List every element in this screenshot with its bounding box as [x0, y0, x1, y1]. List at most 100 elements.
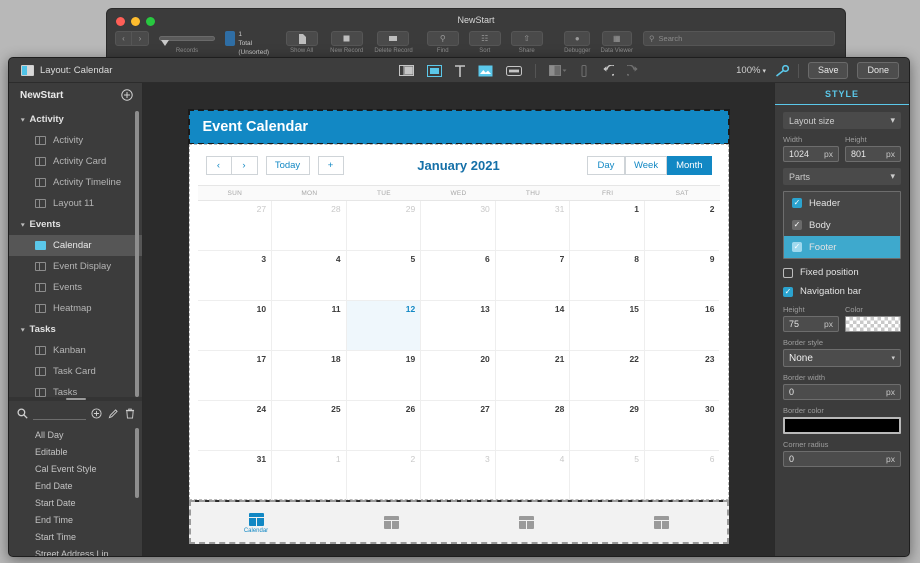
- checkbox-checked-icon[interactable]: ✓: [792, 198, 802, 208]
- field-item[interactable]: End Time: [9, 512, 142, 529]
- calendar-day-cell[interactable]: 14: [495, 301, 571, 351]
- field-item[interactable]: End Date: [9, 478, 142, 495]
- sidebar-item-calendar[interactable]: Calendar: [9, 235, 142, 256]
- calendar-day-cell[interactable]: 27: [197, 201, 273, 251]
- checkbox-unchecked-icon[interactable]: [783, 267, 793, 278]
- layout-part-footer[interactable]: Calendar: [188, 500, 729, 544]
- calendar-day-cell[interactable]: 11: [272, 301, 347, 351]
- calendar-day-cell[interactable]: 6: [645, 451, 720, 501]
- insert-field-icon[interactable]: [427, 64, 442, 77]
- tabbar-item-3[interactable]: [459, 515, 594, 531]
- calendar-day-cell[interactable]: 29: [570, 401, 645, 451]
- prev-month-button[interactable]: ‹: [205, 155, 232, 175]
- calendar-day-cell[interactable]: 4: [272, 251, 347, 301]
- parts-item-header[interactable]: ✓ Header: [784, 192, 900, 214]
- record-nav-arrows[interactable]: ‹ ›: [115, 31, 149, 46]
- sidebar-item-heatmap[interactable]: Heatmap: [9, 298, 142, 319]
- image-tool-icon[interactable]: [478, 65, 493, 77]
- calendar-day-cell[interactable]: 3: [197, 251, 273, 301]
- calendar-day-cell[interactable]: 6: [421, 251, 496, 301]
- sidebar-item-events[interactable]: Events: [9, 277, 142, 298]
- corner-radius-input[interactable]: 0 px: [783, 451, 901, 467]
- width-input[interactable]: 1024 px: [783, 146, 839, 162]
- calendar-day-cell[interactable]: 16: [644, 301, 720, 351]
- calendar-day-cell[interactable]: 15: [570, 301, 645, 351]
- tabbar-item-calendar[interactable]: Calendar: [189, 512, 324, 534]
- sort-icon[interactable]: ☷: [468, 31, 501, 46]
- record-slider-thumb[interactable]: [161, 40, 169, 46]
- calendar-day-cell[interactable]: 29: [346, 201, 422, 251]
- calendar-view-switch[interactable]: Day Week Month: [586, 155, 712, 175]
- inspector-content[interactable]: Layout size ▾ Width 1024 px Height 801 p…: [775, 105, 909, 556]
- section-layout-size[interactable]: Layout size ▾: [783, 112, 901, 129]
- layouts-scrollbar[interactable]: [135, 111, 139, 397]
- undo-icon[interactable]: [601, 64, 614, 77]
- delete-field-icon[interactable]: [125, 408, 135, 419]
- new-record-icon[interactable]: [330, 31, 363, 46]
- add-event-button[interactable]: +: [317, 155, 344, 175]
- tab-style[interactable]: STYLE: [825, 89, 859, 99]
- zoom-control[interactable]: 100% ▾: [736, 65, 766, 76]
- fixed-position-row[interactable]: Fixed position: [783, 267, 901, 278]
- search-group[interactable]: ⚲ Search: [643, 31, 836, 46]
- calendar-day-cell[interactable]: 28: [272, 201, 347, 251]
- sidebar-resize-handle[interactable]: [9, 397, 142, 401]
- layouts-list[interactable]: ▾ Activity Activity Activity Card Activi…: [9, 107, 142, 397]
- debugger-group[interactable]: ● Debugger: [564, 31, 590, 54]
- fields-scrollbar[interactable]: [135, 428, 139, 498]
- layout-indicator[interactable]: Layout: Calendar: [9, 64, 112, 76]
- calendar-day-cell[interactable]: 8: [570, 251, 645, 301]
- sidebar-item-event-display[interactable]: Event Display: [9, 256, 142, 277]
- calendar-day-cell[interactable]: 26: [346, 401, 422, 451]
- calendar-day-cell[interactable]: 1: [570, 201, 645, 251]
- add-field-icon[interactable]: [91, 407, 102, 419]
- calendar-day-cell[interactable]: 13: [421, 301, 496, 351]
- calendar-day-cell[interactable]: 2: [644, 201, 720, 251]
- navbar-color-swatch[interactable]: [845, 316, 901, 332]
- search-icon[interactable]: ⚲: [426, 31, 459, 46]
- text-tool-icon[interactable]: [455, 64, 465, 77]
- calendar-nav-buttons[interactable]: ‹ ›: [205, 155, 258, 175]
- navigation-bar-row[interactable]: ✓ Navigation bar: [783, 286, 901, 297]
- border-width-input[interactable]: 0 px: [783, 384, 901, 400]
- sidebar-item-activity-timeline[interactable]: Activity Timeline: [9, 172, 142, 193]
- calendar-day-cell[interactable]: 10: [197, 301, 273, 351]
- height-input[interactable]: 801 px: [845, 146, 901, 162]
- global-search-input[interactable]: ⚲ Search: [643, 31, 836, 46]
- button-tool-icon[interactable]: [506, 65, 522, 76]
- calendar-day-cell[interactable]: 20: [421, 351, 496, 401]
- calendar-day-cell[interactable]: 24: [197, 401, 273, 451]
- data-viewer-icon[interactable]: ▦: [601, 31, 632, 46]
- sidebar-item-activity[interactable]: Activity: [9, 130, 142, 151]
- today-button[interactable]: Today: [265, 155, 310, 175]
- next-record-icon[interactable]: ›: [132, 31, 149, 46]
- calendar-day-cell[interactable]: 25: [272, 401, 347, 451]
- inspector-tabs[interactable]: STYLE: [775, 83, 909, 105]
- next-month-button[interactable]: ›: [231, 155, 258, 175]
- redo-icon[interactable]: [627, 64, 640, 77]
- debugger-icon[interactable]: ●: [564, 31, 591, 46]
- calendar-day-cell[interactable]: 5: [346, 251, 422, 301]
- show-all-group[interactable]: Show All: [285, 31, 318, 54]
- navbar-height-input[interactable]: 75 px: [783, 316, 839, 332]
- calendar-day-cell[interactable]: 7: [495, 251, 571, 301]
- find-group[interactable]: ⚲ Find: [426, 31, 459, 54]
- calendar-day-cell[interactable]: 9: [644, 251, 720, 301]
- sidebar-item-kanban[interactable]: Kanban: [9, 340, 142, 361]
- fill-color-icon[interactable]: [549, 65, 567, 76]
- share-icon[interactable]: ⇧: [510, 31, 543, 46]
- sidebar-item-task-card[interactable]: Task Card: [9, 361, 142, 382]
- sidebar-group-tasks[interactable]: ▾ Tasks: [9, 319, 142, 340]
- section-parts[interactable]: Parts ▾: [783, 168, 901, 185]
- calendar-day-cell[interactable]: 1: [272, 451, 347, 501]
- key-icon[interactable]: [775, 64, 789, 77]
- calendar-day-cell[interactable]: 21: [495, 351, 571, 401]
- layout-part-body[interactable]: ‹ › Today + January 2021 Day Week Month: [188, 144, 729, 501]
- layout-canvas[interactable]: Event Calendar ‹ › Today + January 2021: [143, 83, 774, 556]
- tabbar-item-2[interactable]: [324, 515, 459, 531]
- parts-item-footer[interactable]: ✓ Footer: [784, 236, 900, 258]
- sort-group[interactable]: ☷ Sort: [468, 31, 501, 54]
- fields-search-input[interactable]: [33, 406, 86, 420]
- save-button[interactable]: Save: [807, 61, 849, 80]
- layout-parts-icon[interactable]: [399, 65, 414, 76]
